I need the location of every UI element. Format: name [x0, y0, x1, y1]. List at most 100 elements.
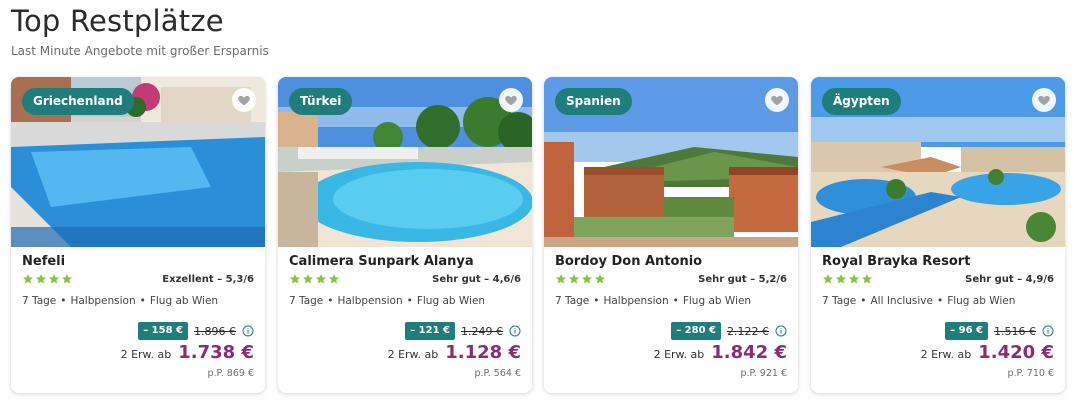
trip-features: 7 Tage • Halbpension • Flug ab Wien	[22, 295, 218, 307]
star-icon	[36, 274, 46, 284]
hotel-image[interactable]: Griechenland	[11, 77, 265, 247]
star-icon	[316, 274, 326, 284]
price-block: 2 Erw. ab 1.128 €	[388, 342, 521, 363]
duration: 7 Tage	[555, 295, 590, 307]
discount-badge: – 121 €	[405, 322, 455, 340]
star-rating	[289, 273, 340, 287]
flight-origin: Flug ab Wien	[149, 295, 219, 307]
heart-icon	[1038, 95, 1050, 106]
hotel-name[interactable]: Bordoy Don Antonio	[555, 254, 702, 269]
separator-dot: •	[139, 295, 146, 307]
total-price: 1.842 €	[711, 342, 787, 363]
total-price: 1.128 €	[445, 342, 521, 363]
hotel-name[interactable]: Royal Brayka Resort	[822, 254, 970, 269]
star-icon	[329, 274, 339, 284]
per-person-price: p.P. 869 €	[207, 368, 254, 379]
hotel-image[interactable]: Ägypten	[811, 77, 1065, 247]
old-price: 2.122 €	[727, 324, 769, 338]
info-icon[interactable]	[1042, 325, 1054, 337]
star-icon	[836, 274, 846, 284]
star-rating	[22, 273, 73, 287]
travellers-label: 2 Erw. ab	[653, 348, 705, 361]
favorite-button[interactable]	[1032, 88, 1056, 112]
review-score: Sehr gut – 5,2/6	[698, 274, 787, 285]
offer-card[interactable]: Türkei Calimera Sunpark Alanya Sehr gut …	[278, 77, 532, 393]
old-price: 1.516 €	[994, 324, 1036, 338]
old-price: 1.249 €	[461, 324, 503, 338]
star-icon	[582, 274, 592, 284]
star-icon	[862, 274, 872, 284]
favorite-button[interactable]	[499, 88, 523, 112]
discount-badge: – 96 €	[945, 322, 988, 340]
heart-icon	[238, 95, 250, 106]
hotel-image[interactable]: Spanien	[544, 77, 798, 247]
offer-card[interactable]: Ägypten Royal Brayka Resort Sehr gut – 4…	[811, 77, 1065, 393]
heart-icon	[771, 95, 783, 106]
flight-origin: Flug ab Wien	[947, 295, 1016, 307]
separator-dot: •	[60, 295, 67, 307]
flight-origin: Flug ab Wien	[416, 295, 486, 307]
star-icon	[62, 274, 72, 284]
favorite-button[interactable]	[232, 88, 256, 112]
duration: 7 Tage	[22, 295, 57, 307]
duration: 7 Tage	[289, 295, 324, 307]
per-person-price: p.P. 710 €	[1007, 368, 1054, 379]
separator-dot: •	[406, 295, 413, 307]
trip-features: 7 Tage • Halbpension • Flug ab Wien	[555, 295, 751, 307]
price-discount-row: – 96 € 1.516 €	[945, 321, 1054, 341]
separator-dot: •	[672, 295, 679, 307]
star-icon	[23, 274, 33, 284]
star-icon	[49, 274, 59, 284]
board-type: Halbpension	[70, 295, 136, 307]
hotel-image[interactable]: Türkei	[278, 77, 532, 247]
star-icon	[595, 274, 605, 284]
star-icon	[849, 274, 859, 284]
separator-dot: •	[327, 295, 334, 307]
trip-features: 7 Tage • All Inclusive • Flug ab Wien	[822, 295, 1015, 307]
travellers-label: 2 Erw. ab	[920, 348, 972, 361]
travellers-label: 2 Erw. ab	[120, 348, 172, 361]
star-rating	[822, 273, 873, 287]
flight-origin: Flug ab Wien	[682, 295, 752, 307]
review-score: Exzellent – 5,3/6	[162, 274, 254, 285]
discount-badge: – 280 €	[671, 322, 721, 340]
country-badge: Ägypten	[822, 88, 901, 115]
price-discount-row: – 121 € 1.249 €	[405, 321, 521, 341]
info-icon[interactable]	[775, 325, 787, 337]
board-type: All Inclusive	[870, 295, 933, 307]
price-discount-row: – 280 € 2.122 €	[671, 321, 787, 341]
separator-dot: •	[936, 295, 944, 307]
info-icon[interactable]	[242, 325, 254, 337]
star-icon	[823, 274, 833, 284]
total-price: 1.738 €	[178, 342, 254, 363]
page-subtitle: Last Minute Angebote mit großer Ersparni…	[11, 44, 269, 58]
separator-dot: •	[593, 295, 600, 307]
country-badge: Griechenland	[22, 88, 134, 115]
favorite-button[interactable]	[765, 88, 789, 112]
total-price: 1.420 €	[978, 342, 1054, 363]
trip-features: 7 Tage • Halbpension • Flug ab Wien	[289, 295, 485, 307]
price-block: 2 Erw. ab 1.420 €	[921, 342, 1054, 363]
offer-card[interactable]: Spanien Bordoy Don Antonio Sehr gut – 5,…	[544, 77, 798, 393]
price-block: 2 Erw. ab 1.738 €	[121, 342, 254, 363]
country-badge: Türkei	[289, 88, 353, 115]
info-icon[interactable]	[509, 325, 521, 337]
review-score: Sehr gut – 4,9/6	[965, 274, 1054, 285]
price-discount-row: – 158 € 1.896 €	[138, 321, 254, 341]
star-icon	[556, 274, 566, 284]
hotel-name[interactable]: Nefeli	[22, 254, 65, 269]
per-person-price: p.P. 921 €	[740, 368, 787, 379]
page-title: Top Restplätze	[11, 4, 224, 38]
offer-card[interactable]: Griechenland Nefeli Exzellent – 5,3/6 7 …	[11, 77, 265, 393]
country-badge: Spanien	[555, 88, 632, 115]
old-price: 1.896 €	[194, 324, 236, 338]
offer-cards: Griechenland Nefeli Exzellent – 5,3/6 7 …	[11, 77, 1067, 393]
star-rating	[555, 273, 606, 287]
star-icon	[290, 274, 300, 284]
review-score: Sehr gut – 4,6/6	[432, 274, 521, 285]
board-type: Halbpension	[603, 295, 669, 307]
discount-badge: – 158 €	[138, 322, 188, 340]
star-icon	[303, 274, 313, 284]
heart-icon	[505, 95, 517, 106]
hotel-name[interactable]: Calimera Sunpark Alanya	[289, 254, 474, 269]
